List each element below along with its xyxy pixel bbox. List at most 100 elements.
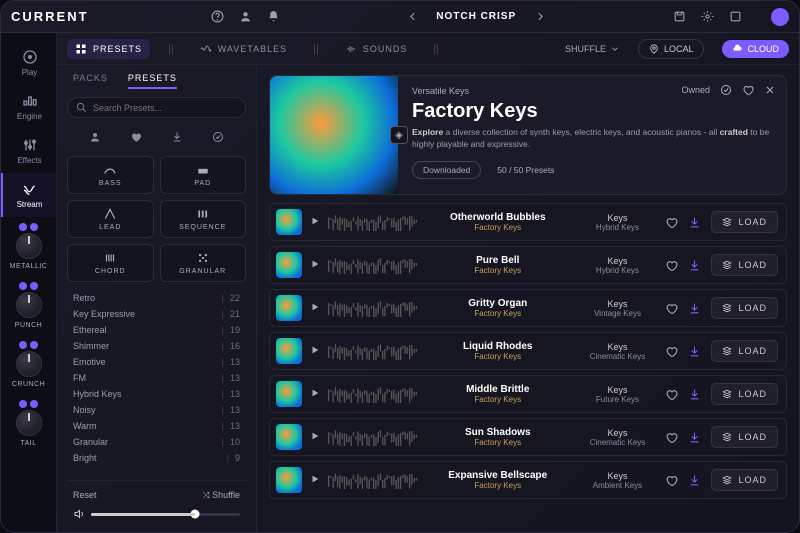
- waveform[interactable]: [328, 213, 418, 231]
- rail-item-label: Play: [22, 68, 38, 77]
- reset-button[interactable]: Reset: [73, 490, 97, 501]
- load-button[interactable]: LOAD: [711, 211, 778, 233]
- track-row: Liquid RhodesFactory Keys KeysCinematic …: [269, 332, 787, 370]
- tag-row[interactable]: Emotive|13: [67, 354, 246, 370]
- waveform[interactable]: [328, 385, 418, 403]
- focus-icon[interactable]: ◈: [390, 126, 408, 144]
- play-button[interactable]: [310, 302, 320, 315]
- track-category: Keys: [577, 213, 657, 223]
- volume-slider[interactable]: [91, 513, 240, 516]
- tab-sounds[interactable]: SOUNDS: [337, 39, 416, 59]
- rail-effects[interactable]: Effects: [1, 129, 56, 173]
- track-name: Liquid Rhodes: [426, 341, 569, 352]
- save-icon[interactable]: [669, 7, 689, 27]
- shuffle-button[interactable]: SHUFFLE: [565, 44, 620, 54]
- heart-icon[interactable]: [665, 216, 678, 229]
- filter-heart-icon[interactable]: [127, 128, 145, 146]
- download-icon[interactable]: [688, 474, 701, 487]
- load-button[interactable]: LOAD: [711, 426, 778, 448]
- packs-tab[interactable]: PACKS: [73, 73, 108, 89]
- tag-row[interactable]: Hybrid Keys|13: [67, 386, 246, 402]
- bell-icon[interactable]: [263, 7, 283, 27]
- waveform[interactable]: [328, 256, 418, 274]
- track-row: Gritty OrganFactory Keys KeysVintage Key…: [269, 289, 787, 327]
- tab-presets[interactable]: PRESETS: [67, 39, 150, 59]
- download-icon[interactable]: [688, 345, 701, 358]
- category-chord[interactable]: CHORD: [67, 244, 154, 282]
- expand-icon[interactable]: [725, 7, 745, 27]
- knob-metallic[interactable]: METALLIC: [1, 217, 56, 276]
- tag-row[interactable]: Shimmer|16: [67, 338, 246, 354]
- waveform[interactable]: [328, 299, 418, 317]
- knob-crunch[interactable]: CRUNCH: [1, 335, 56, 394]
- track-subcategory: Ambient Keys: [577, 481, 657, 490]
- waveform[interactable]: [328, 342, 418, 360]
- help-icon[interactable]: [207, 7, 227, 27]
- tag-row[interactable]: Granular|10: [67, 434, 246, 450]
- tabs-row: PRESETS || WAVETABLES || SOUNDS || SHUFF…: [57, 33, 799, 65]
- track-subcategory: Hybrid Keys: [577, 223, 657, 232]
- category-bass[interactable]: BASS: [67, 156, 154, 194]
- preset-count: 50 / 50 Presets: [497, 165, 554, 175]
- avatar[interactable]: [771, 8, 789, 26]
- download-icon[interactable]: [688, 431, 701, 444]
- tag-row[interactable]: FM|13: [67, 370, 246, 386]
- settings-icon[interactable]: [697, 7, 717, 27]
- download-icon[interactable]: [688, 259, 701, 272]
- waveform[interactable]: [328, 428, 418, 446]
- knob-punch[interactable]: PUNCH: [1, 276, 56, 335]
- tag-row[interactable]: Noisy|13: [67, 402, 246, 418]
- play-button[interactable]: [310, 388, 320, 401]
- tag-row[interactable]: Ethereal|19: [67, 322, 246, 338]
- search-input[interactable]: [67, 97, 246, 118]
- knob-tail[interactable]: TAIL: [1, 394, 56, 453]
- load-button[interactable]: LOAD: [711, 340, 778, 362]
- category-pad[interactable]: PAD: [160, 156, 247, 194]
- play-button[interactable]: [310, 259, 320, 272]
- load-button[interactable]: LOAD: [711, 469, 778, 491]
- local-button[interactable]: LOCAL: [638, 39, 705, 59]
- category-granular[interactable]: GRANULAR: [160, 244, 247, 282]
- track-row: Pure BellFactory Keys KeysHybrid Keys LO…: [269, 246, 787, 284]
- preset-title[interactable]: NOTCH CRISP: [436, 11, 516, 22]
- heart-icon[interactable]: [665, 388, 678, 401]
- load-button[interactable]: LOAD: [711, 383, 778, 405]
- heart-icon[interactable]: [665, 474, 678, 487]
- load-button[interactable]: LOAD: [711, 297, 778, 319]
- category-lead[interactable]: LEAD: [67, 200, 154, 238]
- tag-row[interactable]: Key Expressive|21: [67, 306, 246, 322]
- presets-tab[interactable]: PRESETS: [128, 73, 177, 89]
- tag-row[interactable]: Warm|13: [67, 418, 246, 434]
- tag-row[interactable]: Bright|9: [67, 450, 246, 466]
- heart-icon[interactable]: [665, 345, 678, 358]
- close-icon[interactable]: [764, 84, 776, 96]
- filter-user-icon[interactable]: [86, 128, 104, 146]
- download-icon[interactable]: [688, 302, 701, 315]
- filter-download-icon[interactable]: [168, 128, 186, 146]
- play-button[interactable]: [310, 474, 320, 487]
- rail-play[interactable]: Play: [1, 41, 56, 85]
- shuffle-list-button[interactable]: ⤨ Shuffle: [202, 490, 240, 501]
- download-icon[interactable]: [688, 388, 701, 401]
- heart-icon[interactable]: [665, 302, 678, 315]
- prev-preset-icon[interactable]: [402, 7, 422, 27]
- filter-check-icon[interactable]: [209, 128, 227, 146]
- tag-row[interactable]: Retro|22: [67, 290, 246, 306]
- heart-icon[interactable]: [742, 84, 754, 96]
- play-button[interactable]: [310, 345, 320, 358]
- rail-stream[interactable]: Stream: [1, 173, 56, 217]
- category-sequence[interactable]: SEQUENCE: [160, 200, 247, 238]
- waveform[interactable]: [328, 471, 418, 489]
- user-icon[interactable]: [235, 7, 255, 27]
- tab-wavetables[interactable]: WAVETABLES: [192, 39, 295, 59]
- heart-icon[interactable]: [665, 259, 678, 272]
- play-button[interactable]: [310, 431, 320, 444]
- rail-engine[interactable]: Engine: [1, 85, 56, 129]
- play-button[interactable]: [310, 216, 320, 229]
- cloud-button[interactable]: CLOUD: [722, 40, 789, 58]
- track-category: Keys: [577, 471, 657, 481]
- next-preset-icon[interactable]: [530, 7, 550, 27]
- download-icon[interactable]: [688, 216, 701, 229]
- load-button[interactable]: LOAD: [711, 254, 778, 276]
- heart-icon[interactable]: [665, 431, 678, 444]
